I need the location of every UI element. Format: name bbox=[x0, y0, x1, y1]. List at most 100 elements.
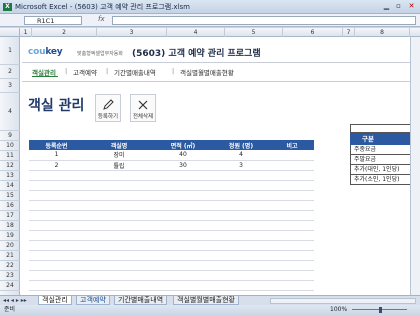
cell[interactable] bbox=[270, 150, 314, 161]
cell[interactable]: 튤립 bbox=[84, 160, 154, 171]
cell[interactable]: 4 bbox=[212, 150, 270, 161]
cell[interactable] bbox=[270, 160, 314, 171]
sheet-tab-reservations[interactable]: 고객예약 bbox=[76, 296, 110, 305]
zoom-level[interactable]: 100% bbox=[330, 305, 347, 315]
delete-all-button[interactable]: 전체삭제 bbox=[130, 94, 156, 122]
close-icon bbox=[131, 98, 155, 112]
column-header[interactable]: 1 bbox=[20, 28, 32, 37]
row-header[interactable]: 11 bbox=[0, 151, 20, 161]
title-bar: X Microsoft Excel - (5603) 고객 예약 관리 프로그램… bbox=[0, 0, 420, 14]
window-title: Microsoft Excel - (5603) 고객 예약 관리 프로그램.x… bbox=[15, 3, 190, 11]
status-text: 준비 bbox=[4, 306, 16, 313]
rooms-table: 등록순번 객실명 면적 (㎡) 정원 (명) 비고 1 장미 40 4 2 튤립… bbox=[29, 140, 314, 311]
row-header[interactable]: 16 bbox=[0, 201, 20, 211]
formula-input[interactable] bbox=[112, 16, 416, 25]
logo-tagline: 맞춤형엑셀업무자동화 bbox=[77, 51, 124, 57]
table-row[interactable] bbox=[29, 180, 314, 191]
row-header[interactable]: 1 bbox=[0, 37, 20, 65]
row-header[interactable]: 13 bbox=[0, 171, 20, 181]
coukey-logo: coukey bbox=[28, 47, 63, 57]
row-header[interactable]: 9 bbox=[0, 131, 20, 141]
row-header[interactable]: 15 bbox=[0, 191, 20, 201]
sheet-tab-period-sales[interactable]: 기간별매출내역 bbox=[114, 296, 168, 305]
active-menu-indicator bbox=[32, 76, 58, 77]
sheet-tab-bar: ◂◂ ◂ ▸ ▸▸ 객실관리 고객예약 기간별매출내역 객실별월별매출현황 bbox=[0, 295, 420, 305]
table-row[interactable] bbox=[29, 280, 314, 291]
select-all-corner[interactable] bbox=[0, 28, 20, 37]
minimize-button[interactable]: ▁ bbox=[381, 2, 392, 11]
app-title: (5603) 고객 예약 관리 프로그램 bbox=[132, 49, 261, 59]
column-header-seq[interactable]: 등록순번 bbox=[29, 140, 84, 150]
table-row[interactable]: 1 장미 40 4 bbox=[29, 150, 314, 161]
column-header-capacity[interactable]: 정원 (명) bbox=[212, 140, 270, 150]
register-button-label: 등록하기 bbox=[97, 114, 119, 120]
row-header[interactable]: 23 bbox=[0, 271, 20, 281]
table-row[interactable] bbox=[29, 170, 314, 181]
row-header[interactable]: 4 bbox=[0, 93, 20, 131]
row-header[interactable]: 17 bbox=[0, 211, 20, 221]
delete-all-button-label: 전체삭제 bbox=[132, 114, 154, 120]
menu-separator: | bbox=[65, 67, 68, 75]
row-header[interactable]: 21 bbox=[0, 251, 20, 261]
cell[interactable]: 1 bbox=[29, 150, 84, 161]
register-button[interactable]: 등록하기 bbox=[95, 94, 121, 122]
table-row[interactable] bbox=[29, 220, 314, 231]
column-header[interactable]: 4 bbox=[167, 28, 225, 37]
zoom-slider-handle[interactable] bbox=[379, 307, 382, 313]
table-row[interactable] bbox=[29, 250, 314, 261]
column-header[interactable]: 8 bbox=[355, 28, 410, 37]
column-header[interactable]: 7 bbox=[343, 28, 355, 37]
cell[interactable]: 30 bbox=[154, 160, 212, 171]
column-header[interactable]: 2 bbox=[32, 28, 97, 37]
row-header[interactable]: 2 bbox=[0, 65, 20, 79]
close-button[interactable]: ✕ bbox=[406, 2, 417, 11]
menu-item-reservations[interactable]: 고객예약 bbox=[73, 67, 97, 77]
excel-app-icon[interactable]: X bbox=[3, 3, 12, 11]
column-header[interactable]: 6 bbox=[283, 28, 343, 37]
row-header[interactable]: 24 bbox=[0, 281, 20, 291]
row-header[interactable]: 3 bbox=[0, 79, 20, 93]
column-header-area[interactable]: 면적 (㎡) bbox=[154, 140, 212, 150]
table-row[interactable] bbox=[29, 200, 314, 211]
table-row[interactable] bbox=[29, 230, 314, 241]
table-row[interactable] bbox=[29, 240, 314, 251]
menu-separator: | bbox=[172, 67, 175, 75]
cell[interactable]: 40 bbox=[154, 150, 212, 161]
row-header[interactable]: 12 bbox=[0, 161, 20, 171]
table-row[interactable]: 2 튤립 30 3 bbox=[29, 160, 314, 171]
sheet-tab-monthly-room-sales[interactable]: 객실별월별매출현황 bbox=[173, 296, 239, 305]
fx-icon[interactable]: fx bbox=[98, 15, 105, 23]
vertical-scrollbar[interactable] bbox=[410, 37, 420, 295]
divider bbox=[22, 81, 412, 82]
sheet-tab-rooms[interactable]: 객실관리 bbox=[38, 296, 72, 305]
table-row[interactable] bbox=[29, 210, 314, 221]
column-header[interactable]: 3 bbox=[97, 28, 167, 37]
column-headers: 1 2 3 4 5 6 7 8 bbox=[0, 28, 420, 37]
row-header[interactable]: 19 bbox=[0, 231, 20, 241]
row-header[interactable]: 18 bbox=[0, 221, 20, 231]
column-header-room-name[interactable]: 객실명 bbox=[84, 140, 154, 150]
table-row[interactable] bbox=[29, 270, 314, 281]
row-header[interactable]: 20 bbox=[0, 241, 20, 251]
cell[interactable]: 3 bbox=[212, 160, 270, 171]
tab-scroll-buttons[interactable]: ◂◂ ◂ ▸ ▸▸ bbox=[3, 297, 27, 304]
horizontal-scrollbar[interactable] bbox=[270, 298, 416, 304]
row-headers: 1 2 3 4 9 10 11 12 13 14 15 16 17 18 19 … bbox=[0, 37, 20, 313]
restore-button[interactable]: ▫ bbox=[393, 2, 404, 11]
table-row[interactable] bbox=[29, 190, 314, 201]
table-row[interactable] bbox=[29, 260, 314, 271]
worksheet[interactable]: coukey 맞춤형엑셀업무자동화 (5603) 고객 예약 관리 프로그램 객… bbox=[20, 37, 420, 313]
menu-item-period-sales[interactable]: 기간별매출내역 bbox=[114, 67, 156, 77]
divider bbox=[22, 62, 412, 63]
menu-item-monthly-room-sales[interactable]: 객실별월별매출현황 bbox=[180, 67, 234, 77]
row-header[interactable]: 22 bbox=[0, 261, 20, 271]
page-heading: 객실 관리 bbox=[28, 98, 85, 114]
cell[interactable]: 2 bbox=[29, 160, 84, 171]
name-box[interactable]: R1C1 bbox=[24, 16, 82, 25]
menu-separator: | bbox=[106, 67, 109, 75]
cell[interactable]: 장미 bbox=[84, 150, 154, 161]
row-header[interactable]: 14 bbox=[0, 181, 20, 191]
column-header[interactable]: 5 bbox=[225, 28, 283, 37]
row-header[interactable]: 10 bbox=[0, 141, 20, 151]
column-header-note[interactable]: 비고 bbox=[270, 140, 314, 150]
